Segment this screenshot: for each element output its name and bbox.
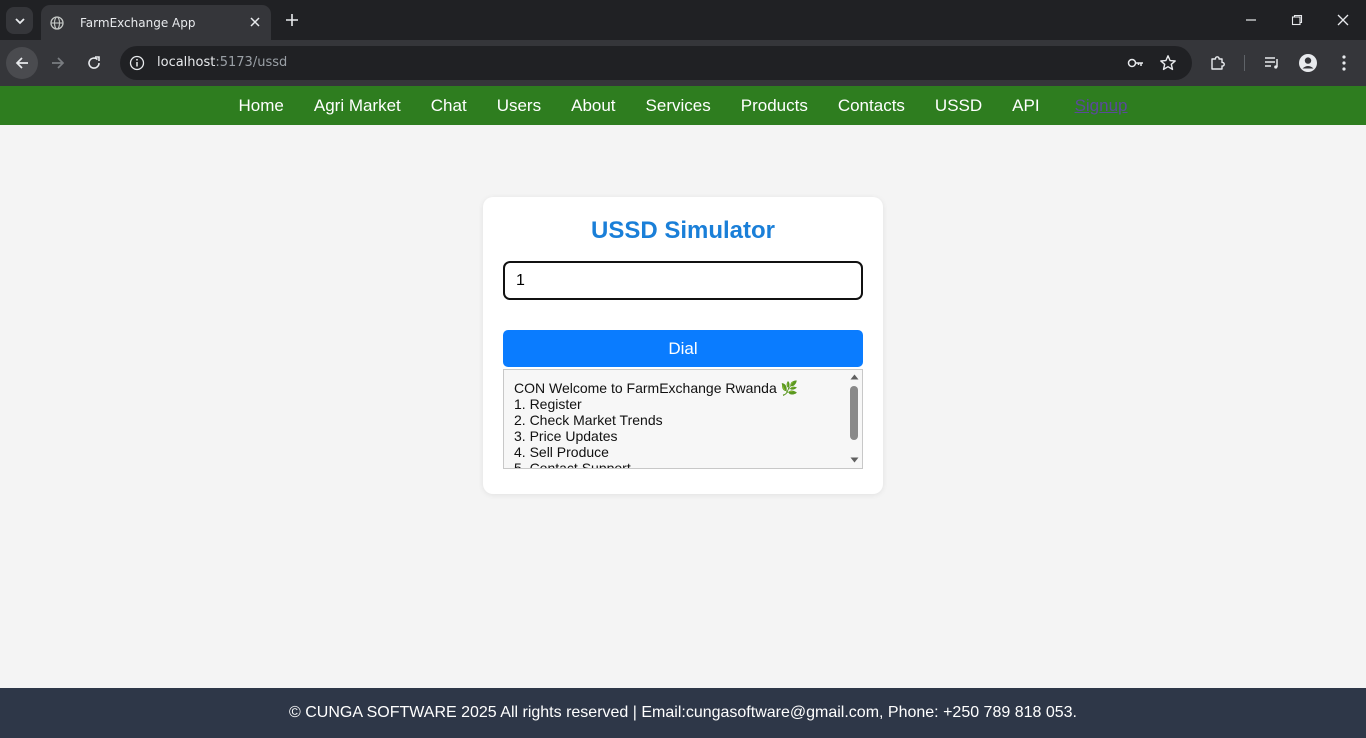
globe-icon: [49, 15, 65, 31]
ussd-simulator-card: USSD Simulator Dial CON Welcome to FarmE…: [483, 197, 883, 494]
site-info-icon[interactable]: [128, 54, 146, 72]
page-title: USSD Simulator: [590, 217, 776, 244]
ussd-input[interactable]: [503, 261, 863, 300]
url-host: localhost: [157, 55, 216, 70]
back-button[interactable]: [6, 47, 38, 79]
response-line: 1. Register: [514, 396, 582, 412]
arrow-right-icon: [52, 57, 65, 69]
tab-list-button[interactable]: [6, 7, 33, 34]
close-icon: [1337, 14, 1349, 26]
response-line: 2. Check Market Trends: [514, 412, 663, 428]
close-tab-icon[interactable]: [247, 14, 263, 30]
minimize-icon: [1246, 19, 1256, 21]
address-bar[interactable]: localhost:5173/ussd: [120, 46, 1192, 80]
dial-button[interactable]: Dial: [503, 330, 863, 367]
kebab-menu-icon[interactable]: [1334, 53, 1354, 73]
scroll-down-arrow-icon[interactable]: [850, 456, 859, 464]
media-queue-icon[interactable]: [1262, 53, 1282, 73]
page-footer: © CUNGA SOFTWARE 2025 All rights reserve…: [0, 688, 1366, 738]
scroll-up-arrow-icon[interactable]: [850, 373, 859, 381]
nav-contacts[interactable]: Contacts: [838, 96, 905, 116]
ussd-response-box[interactable]: CON Welcome to FarmExchange Rwanda 🌿 1. …: [503, 369, 863, 469]
nav-services[interactable]: Services: [646, 96, 711, 116]
tab-title: FarmExchange App: [80, 15, 196, 30]
main-nav: Home Agri Market Chat Users About Servic…: [0, 86, 1366, 125]
response-text: CON Welcome to FarmExchange Rwanda 🌿 1. …: [514, 380, 799, 469]
url-path: :5173/ussd: [215, 55, 288, 70]
plus-icon: [286, 14, 298, 26]
browser-tab-bar: FarmExchange App: [0, 0, 1366, 40]
response-line: CON Welcome to FarmExchange Rwanda 🌿: [514, 380, 799, 396]
close-window-button[interactable]: [1333, 10, 1353, 30]
minimize-button[interactable]: [1241, 10, 1261, 30]
nav-products[interactable]: Products: [741, 96, 808, 116]
password-key-icon[interactable]: [1126, 53, 1146, 73]
reload-button[interactable]: [78, 47, 110, 79]
nav-api[interactable]: API: [1012, 96, 1039, 116]
extensions-puzzle-icon[interactable]: [1208, 53, 1228, 73]
nav-home[interactable]: Home: [239, 96, 284, 116]
nav-signup-link[interactable]: Signup: [1075, 96, 1128, 116]
scrollbar-thumb[interactable]: [850, 386, 858, 440]
forward-button[interactable]: [42, 47, 74, 79]
profile-avatar-icon[interactable]: [1298, 53, 1318, 73]
url-text: localhost:5173/ussd: [157, 55, 287, 70]
response-line: 3. Price Updates: [514, 428, 618, 444]
browser-toolbar: localhost:5173/ussd: [0, 40, 1366, 86]
nav-ussd[interactable]: USSD: [935, 96, 982, 116]
restore-icon: [1291, 14, 1303, 26]
browser-tab[interactable]: FarmExchange App: [41, 5, 271, 40]
response-scrollbar[interactable]: [847, 370, 862, 468]
restore-button[interactable]: [1287, 10, 1307, 30]
nav-chat[interactable]: Chat: [431, 96, 467, 116]
bookmark-star-icon[interactable]: [1158, 53, 1178, 73]
new-tab-button[interactable]: [282, 10, 302, 30]
nav-agri-market[interactable]: Agri Market: [314, 96, 401, 116]
chevron-down-icon: [14, 17, 25, 24]
nav-about[interactable]: About: [571, 96, 615, 116]
arrow-left-icon: [15, 57, 28, 69]
reload-icon: [88, 56, 100, 69]
footer-text: © CUNGA SOFTWARE 2025 All rights reserve…: [289, 704, 1077, 721]
response-line: 4. Sell Produce: [514, 444, 609, 460]
toolbar-separator: [1244, 55, 1245, 71]
nav-users[interactable]: Users: [497, 96, 541, 116]
response-line: 5. Contact Support: [514, 460, 631, 469]
